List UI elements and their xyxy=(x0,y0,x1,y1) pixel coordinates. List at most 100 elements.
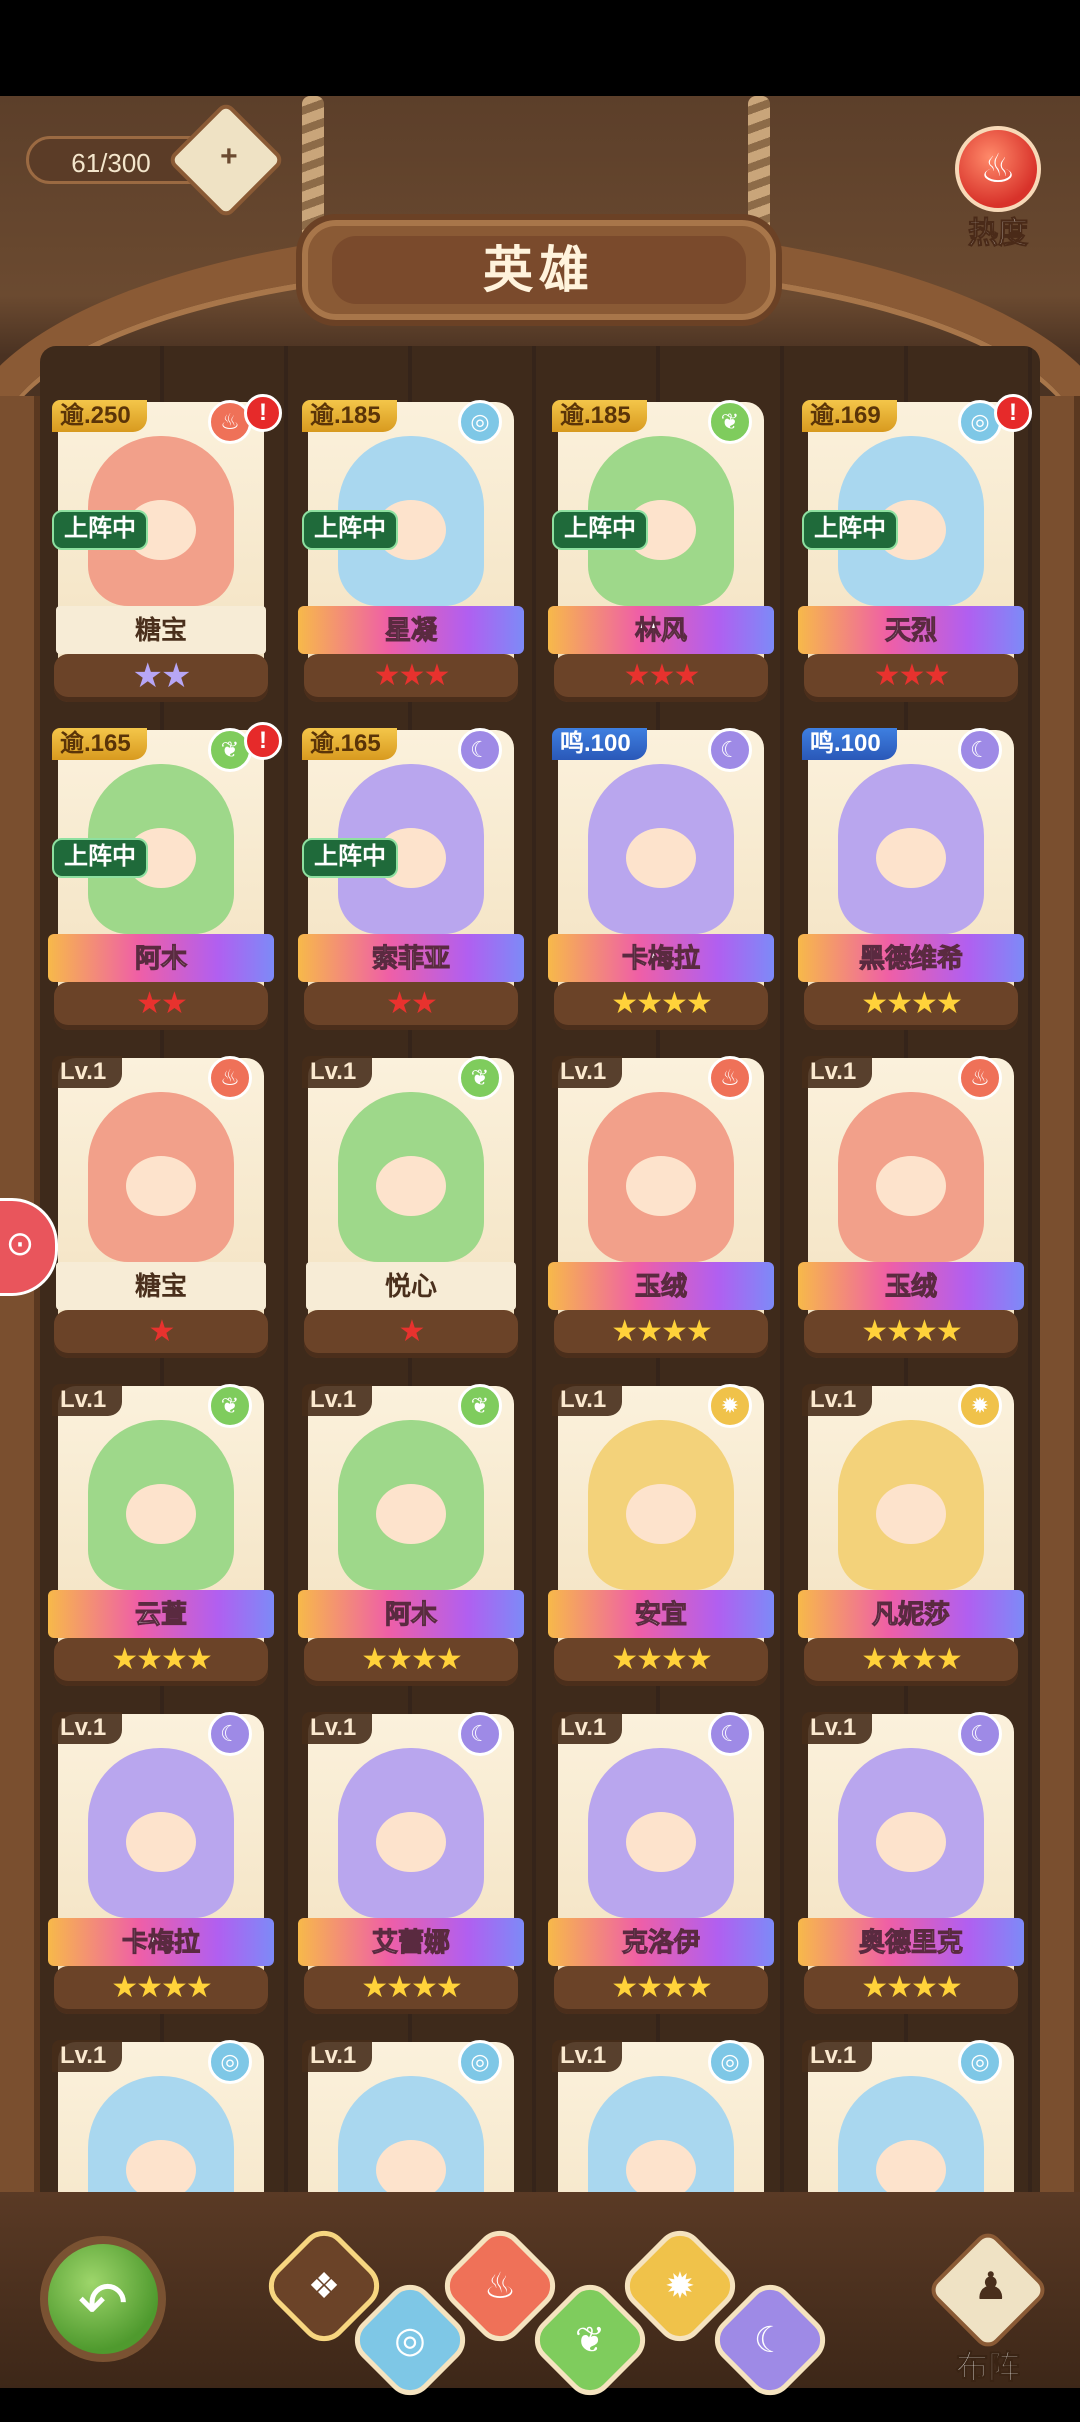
hero-level-tag: Lv.1 xyxy=(552,2040,623,2072)
hero-name: 天烈 xyxy=(798,606,1024,654)
hero-level-tag: 逾.185 xyxy=(552,400,647,432)
hero-card[interactable]: Lv.1 ✹ 安宜 ★★★★ xyxy=(548,1380,774,1692)
chess-pieces-icon: ♟ xyxy=(925,2227,1051,2353)
hero-card[interactable]: 鸣.100 ☾ 黑德维希 ★★★★ xyxy=(798,724,1024,1036)
hero-stars: ★★★★ xyxy=(611,1971,713,2004)
hero-portrait xyxy=(838,1092,984,1262)
hero-name: 卡梅拉 xyxy=(548,934,774,982)
frame-right-post xyxy=(1040,396,1080,2296)
hero-card[interactable]: Lv.1 ☾ 艾蕾娜 ★★★★ xyxy=(298,1708,524,2020)
hero-card[interactable]: Lv.1 ♨ 玉绒 ★★★★ xyxy=(798,1052,1024,1364)
hero-portrait xyxy=(588,1092,734,1262)
deployed-badge: 上阵中 xyxy=(52,510,148,550)
hero-level-tag: 鸣.100 xyxy=(552,728,647,760)
formation-label: 布阵 xyxy=(955,2349,1020,2386)
hero-stars: ★★ xyxy=(386,987,438,1020)
hero-name: 安宜 xyxy=(548,1590,774,1638)
hero-level-tag: 逾.165 xyxy=(302,728,397,760)
leaf-icon: ❦ xyxy=(458,1056,502,1100)
hero-name: 星凝 xyxy=(298,606,524,654)
hero-card[interactable]: Lv.1 ✹ 凡妮莎 ★★★★ xyxy=(798,1380,1024,1692)
moon-icon: ☾ xyxy=(708,1712,752,1756)
hero-level-tag: Lv.1 xyxy=(302,1056,373,1088)
hero-card[interactable]: Lv.1 ❦ 悦心 ★ xyxy=(298,1052,524,1364)
back-arrow-icon[interactable]: ↶ xyxy=(40,2236,166,2362)
hero-name: 糖宝 xyxy=(56,606,266,654)
hero-portrait xyxy=(588,1420,734,1590)
hero-card[interactable]: Lv.1 ❦ 阿木 ★★★★ xyxy=(298,1380,524,1692)
leaf-icon: ❦ xyxy=(458,1384,502,1428)
hero-portrait xyxy=(588,1748,734,1918)
status-bar xyxy=(0,0,1080,96)
hero-level-tag: Lv.1 xyxy=(802,1712,873,1744)
alert-badge: ! xyxy=(244,394,282,432)
hero-card[interactable]: 逾.250 ♨! 上阵中 糖宝 ★★ xyxy=(48,394,282,708)
hero-name: 奥德里克 xyxy=(798,1918,1024,1966)
hero-portrait xyxy=(88,1748,234,1918)
hero-stars: ★★ xyxy=(136,987,188,1020)
title-sign: 英雄 xyxy=(296,214,782,326)
hero-stars: ★★★★ xyxy=(861,1643,963,1676)
moon-icon: ☾ xyxy=(958,728,1002,772)
hero-name: 糖宝 xyxy=(56,1262,266,1310)
hero-name: 林风 xyxy=(548,606,774,654)
hero-stars: ★★★ xyxy=(373,659,451,692)
hero-card[interactable]: 逾.169 ◎! 上阵中 天烈 ★★★ xyxy=(798,394,1032,708)
hero-stars: ★★★★ xyxy=(111,1971,213,2004)
hero-stars: ★★★★ xyxy=(611,987,713,1020)
moon-icon: ☾ xyxy=(208,1712,252,1756)
hero-name: 云萱 xyxy=(48,1590,274,1638)
formation-button[interactable]: ♟ 布阵 xyxy=(925,2227,1051,2386)
hero-name: 阿木 xyxy=(48,934,274,982)
water-icon: ◎ xyxy=(458,400,502,444)
hero-name: 克洛伊 xyxy=(548,1918,774,1966)
hero-level-tag: 逾.185 xyxy=(302,400,397,432)
hero-portrait xyxy=(338,1420,484,1590)
hero-level-tag: Lv.1 xyxy=(52,1056,123,1088)
hero-card[interactable]: Lv.1 ☾ 克洛伊 ★★★★ xyxy=(548,1708,774,2020)
hero-name: 卡梅拉 xyxy=(48,1918,274,1966)
hero-portrait xyxy=(838,764,984,934)
hero-card[interactable]: 逾.185 ◎ 上阵中星凝 ★★★ xyxy=(298,396,524,708)
all-elements-icon: ❖ xyxy=(307,2265,341,2306)
hero-stars: ★★★ xyxy=(623,659,701,692)
hero-level-tag: 逾.169 xyxy=(802,400,897,432)
sun-icon: ✹ xyxy=(958,1384,1002,1428)
hot-button[interactable]: ♨ 热度 xyxy=(950,126,1046,251)
hero-level-tag: 逾.165 xyxy=(52,728,147,760)
hero-card[interactable]: Lv.1 ♨ 玉绒 ★★★★ xyxy=(548,1052,774,1364)
sun-icon: ✹ xyxy=(708,1384,752,1428)
hero-name: 索菲亚 xyxy=(298,934,524,982)
hero-portrait xyxy=(88,1092,234,1262)
hero-level-tag: Lv.1 xyxy=(302,1384,373,1416)
hero-name: 悦心 xyxy=(306,1262,516,1310)
hero-card[interactable]: 逾.165 ☾ 上阵中 索菲亚 ★★ xyxy=(298,724,524,1036)
hero-level-tag: Lv.1 xyxy=(802,1384,873,1416)
water-icon: ◎ xyxy=(958,2040,1002,2084)
moon-icon: ☾ xyxy=(958,1712,1002,1756)
hero-card[interactable]: Lv.1 ♨ 糖宝 ★ xyxy=(48,1052,274,1364)
flame-icon: ♨ xyxy=(955,126,1041,212)
hero-portrait xyxy=(88,1420,234,1590)
hero-level-tag: Lv.1 xyxy=(552,1712,623,1744)
hero-card[interactable]: Lv.1 ☾ 卡梅拉 ★★★★ xyxy=(48,1708,274,2020)
moon-icon: ☾ xyxy=(708,728,752,772)
hero-card[interactable]: 逾.185 ❦ 上阵中 林风 ★★★ xyxy=(548,396,774,708)
hero-card[interactable]: Lv.1 ☾ 奥德里克 ★★★★ xyxy=(798,1708,1024,2020)
hero-card[interactable]: 鸣.100 ☾ 卡梅拉 ★★★★ xyxy=(548,724,774,1036)
frame-left-post xyxy=(0,396,40,2296)
hero-name: 玉绒 xyxy=(798,1262,1024,1310)
hero-capacity-icon[interactable]: + xyxy=(166,100,286,220)
hero-stars: ★★★★ xyxy=(611,1643,713,1676)
deployed-badge: 上阵中 xyxy=(302,510,398,550)
leaf-icon: ❦ xyxy=(574,2319,606,2360)
hero-card[interactable]: Lv.1 ❦ 云萱 ★★★★ xyxy=(48,1380,274,1692)
hero-stars: ★★★★ xyxy=(861,1971,963,2004)
page-title: 英雄 xyxy=(332,236,746,304)
hero-stars: ★★★★ xyxy=(361,1643,463,1676)
hero-level-tag: Lv.1 xyxy=(802,2040,873,2072)
deployed-badge: 上阵中 xyxy=(802,510,898,550)
hero-portrait xyxy=(838,1420,984,1590)
hero-card[interactable]: 逾.165 ❦! 上阵中 阿木 ★★ xyxy=(48,722,282,1036)
hero-stars: ★★★★ xyxy=(861,1315,963,1348)
